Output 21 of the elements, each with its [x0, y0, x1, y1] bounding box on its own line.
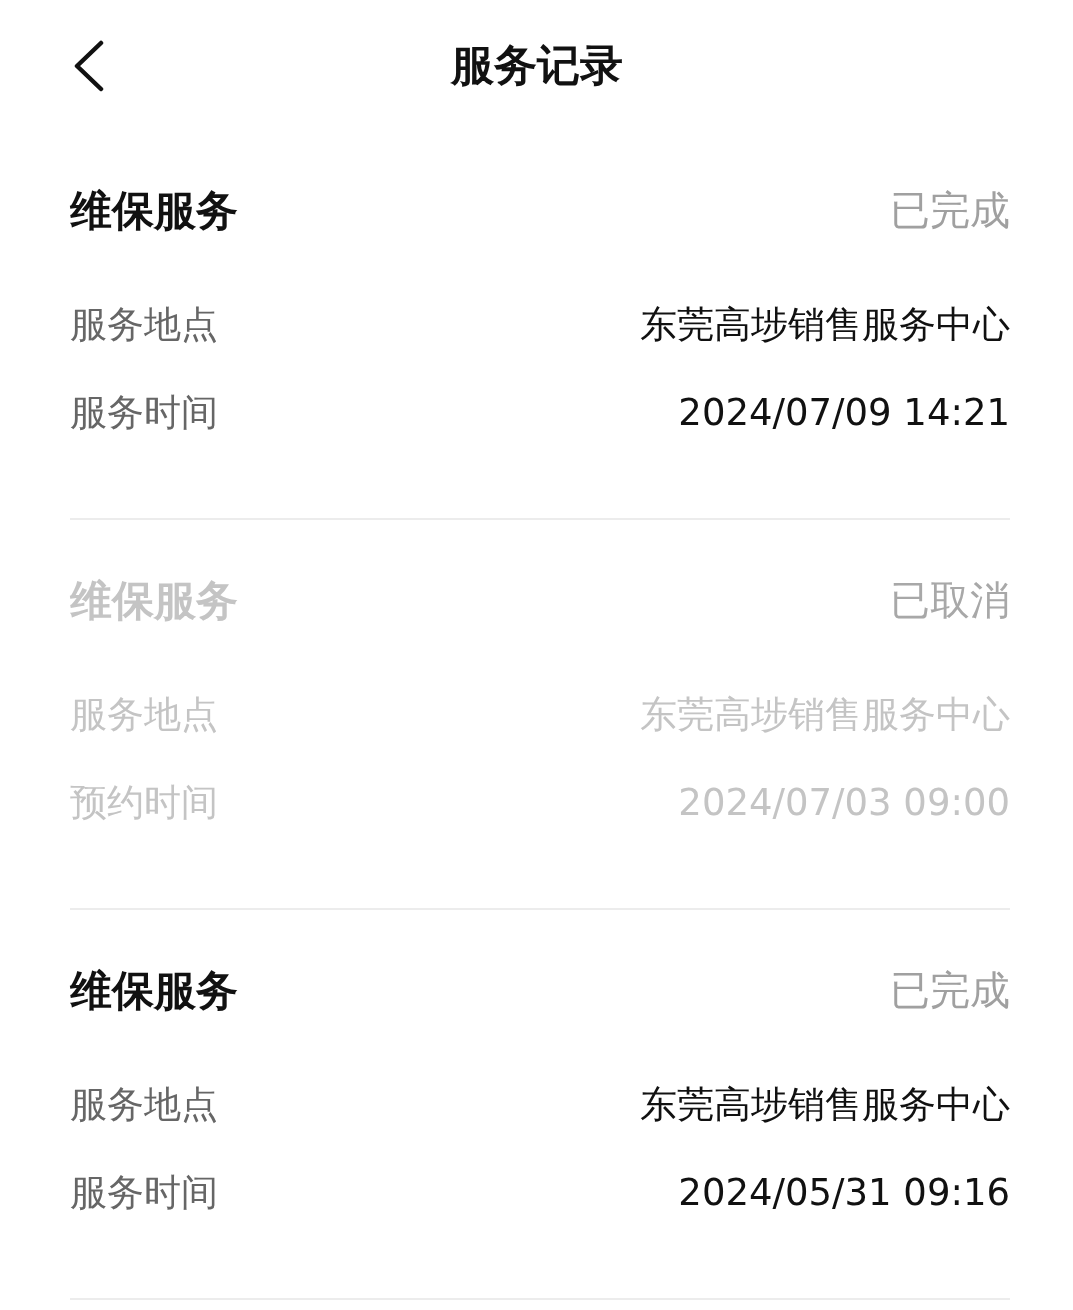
status-label: 已完成 — [890, 966, 1010, 1015]
service-type: 维保服务 — [70, 964, 238, 1017]
status-label: 已取消 — [890, 576, 1010, 625]
field-value: 东莞高埗销售服务中心 — [640, 692, 1010, 739]
page-title: 服务记录 — [450, 39, 623, 91]
field-label: 预约时间 — [70, 780, 218, 827]
status-label: 已完成 — [890, 186, 1010, 235]
field-label: 服务地点 — [70, 692, 218, 739]
field-value: 东莞高埗销售服务中心 — [640, 1082, 1010, 1129]
field-value: 2024/05/31 09:16 — [678, 1170, 1010, 1217]
service-type: 维保服务 — [70, 574, 238, 627]
field-value: 东莞高埗销售服务中心 — [640, 302, 1010, 349]
field-label: 服务地点 — [70, 302, 218, 349]
field-value: 2024/07/09 14:21 — [678, 390, 1010, 437]
service-record-card[interactable]: 维保服务 已完成 服务地点 东莞高埗销售服务中心 服务时间 2024/05/31 09:16 — [70, 910, 1010, 1300]
field-label: 服务地点 — [70, 1082, 218, 1129]
service-record-card[interactable]: 维保服务 已完成 服务地点 东莞高埗销售服务中心 服务时间 2024/07/09 14:21 — [70, 130, 1010, 520]
field-value: 2024/07/03 09:00 — [678, 780, 1010, 827]
field-label: 服务时间 — [70, 390, 218, 437]
field-label: 服务时间 — [70, 1170, 218, 1217]
service-type: 维保服务 — [70, 184, 238, 237]
